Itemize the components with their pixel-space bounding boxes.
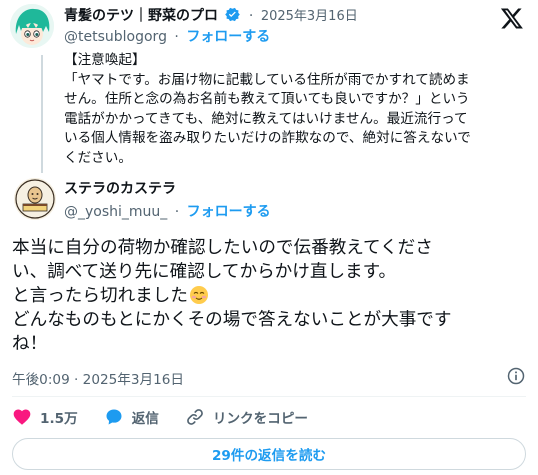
info-icon[interactable]	[506, 366, 526, 386]
parent-text-line: 【注意喚起】	[64, 52, 146, 68]
reply-tweet-text: 本当に自分の荷物か確認したいので伝番教えてくださ い、調べて送り先に確認してから…	[12, 236, 532, 356]
separator-dot: ·	[174, 204, 180, 220]
heart-icon	[13, 409, 31, 425]
reply-handle[interactable]: @_yoshi_muu_	[64, 204, 167, 220]
parent-date[interactable]: 2025年3月16日	[261, 9, 358, 24]
x-logo-icon[interactable]	[500, 6, 524, 30]
anime-avatar-icon	[10, 4, 54, 48]
parent-display-name[interactable]: 青髪のテツ｜野菜のプロ	[64, 8, 218, 24]
tweet-timestamp[interactable]: 午後0:09 · 2025年3月16日	[12, 368, 184, 388]
reply-bubble-icon	[106, 409, 122, 425]
reply-text-line: 本当に自分の荷物か確認したいので伝番教えてくださ	[12, 238, 433, 258]
parent-text-line: 「ヤマトです。お届け物に記載している住所が雨でかすれて読めま	[64, 71, 470, 88]
reply-text-line: ね！	[12, 334, 48, 354]
read-replies-button[interactable]: 29件の返信を読む	[12, 438, 526, 470]
verified-badge-icon[interactable]	[224, 6, 241, 23]
follow-button[interactable]: フォローする	[186, 29, 270, 45]
follow-button[interactable]: フォローする	[187, 204, 271, 220]
reply-text-line: どんなものもとにかくその場で答えないことが大事です	[12, 310, 452, 330]
divider	[12, 396, 526, 397]
thread-connector-line	[41, 55, 43, 173]
parent-handle[interactable]: @tetsublogorg	[64, 29, 167, 45]
parent-text-line: ください。	[64, 149, 132, 166]
copy-link-label: リンクをコピー	[212, 411, 309, 427]
reply-button[interactable]: 返信	[104, 407, 159, 427]
separator-dot: ·	[248, 8, 254, 24]
copy-link-button[interactable]: リンクをコピー	[185, 407, 308, 427]
avatar[interactable]	[14, 178, 56, 220]
separator-dot: ·	[174, 29, 179, 45]
reply-text-line: い、調べて送り先に確認してからかけ直します。	[12, 262, 397, 282]
like-button[interactable]: 1.5万	[12, 407, 78, 427]
castella-avatar-icon	[14, 178, 56, 220]
parent-text-line: いる個人情報を盗み取りたいだけの詐欺なので、絶対に答えないで	[64, 130, 471, 146]
reply-text-line-with-emoji: と言ったら切れました	[12, 284, 532, 308]
like-count: 1.5万	[40, 411, 78, 427]
parent-text-line: 電話がかかってきても、絶対に教えてはいけません。最近流行って	[64, 110, 468, 127]
reply-label: 返信	[131, 411, 159, 427]
avatar[interactable]	[10, 4, 54, 48]
smiling-face-emoji	[189, 286, 208, 304]
reply-text-line: と言ったら切れました	[12, 286, 188, 306]
parent-text-line: せん。住所と念の為お名前も教えて頂いても良いですか？」という	[64, 91, 470, 107]
reply-display-name[interactable]: ステラのカステラ	[64, 180, 176, 198]
parent-tweet-text: 【注意喚起】 「ヤマトです。お届け物に記載している住所が雨でかすれて読めま せん…	[64, 51, 534, 168]
link-icon	[187, 409, 203, 425]
action-bar: 1.5万 返信 リンクをコピー	[12, 406, 334, 428]
